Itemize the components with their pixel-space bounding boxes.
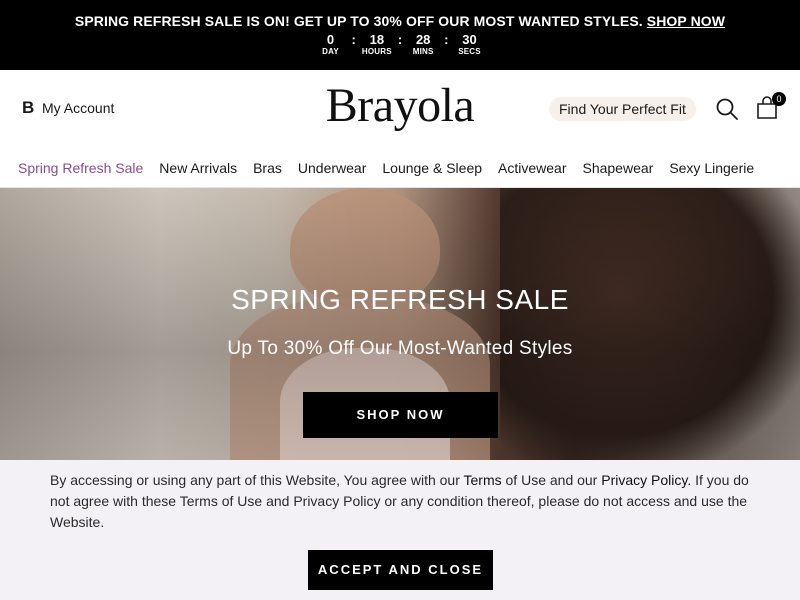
my-account-label: My Account — [42, 100, 115, 116]
hero-banner: SPRING REFRESH SALE Up To 30% Off Our Mo… — [0, 188, 800, 460]
countdown-mins: 28 MINS — [408, 33, 438, 57]
countdown-hours-value: 18 — [369, 32, 385, 47]
nav-item-sexy-lingerie[interactable]: Sexy Lingerie — [669, 160, 754, 176]
countdown-secs-label: SECS — [458, 47, 481, 56]
nav-item-activewear[interactable]: Activewear — [498, 160, 566, 176]
terms-consent-banner: By accessing or using any part of this W… — [0, 460, 800, 600]
site-header: B My Account Brayola Find Your Perfect F… — [0, 70, 800, 148]
countdown-timer: 0 DAY : 18 HOURS : 28 MINS : 30 SECS — [0, 33, 800, 57]
hero-shop-now-button[interactable]: SHOP NOW — [303, 392, 498, 438]
consent-text-part2: of Use and our — [501, 472, 602, 488]
promo-shop-now-link[interactable]: SHOP NOW — [647, 13, 725, 29]
accept-and-close-button[interactable]: ACCEPT AND CLOSE — [308, 550, 493, 590]
nav-item-spring-refresh-sale[interactable]: Spring Refresh Sale — [18, 160, 143, 176]
nav-item-lounge-sleep[interactable]: Lounge & Sleep — [382, 160, 482, 176]
nav-item-shapewear[interactable]: Shapewear — [582, 160, 653, 176]
hero-subtitle: Up To 30% Off Our Most-Wanted Styles — [227, 338, 573, 359]
brand-logo[interactable]: Brayola — [326, 79, 475, 132]
account-icon: B — [22, 98, 35, 117]
consent-text-part1: By accessing or using any part of this W… — [50, 472, 464, 488]
countdown-mins-value: 28 — [415, 32, 431, 47]
countdown-secs-value: 30 — [462, 32, 477, 47]
search-icon[interactable] — [715, 97, 739, 121]
hero-title: SPRING REFRESH SALE — [231, 284, 569, 315]
countdown-days-value: 0 — [326, 32, 335, 47]
my-account-link[interactable]: B My Account — [22, 98, 114, 118]
countdown-mins-label: MINS — [412, 47, 434, 56]
consent-message: By accessing or using any part of this W… — [50, 470, 760, 533]
find-your-fit-button[interactable]: Find Your Perfect Fit — [549, 97, 696, 121]
countdown-days-label: DAY — [322, 47, 339, 56]
cart-count-badge: 0 — [772, 92, 786, 106]
countdown-secs: 30 SECS — [455, 33, 485, 57]
announcement-bar: SPRING REFRESH SALE IS ON! GET UP TO 30%… — [0, 0, 800, 70]
nav-item-underwear[interactable]: Underwear — [298, 160, 366, 176]
promo-text: SPRING REFRESH SALE IS ON! GET UP TO 30%… — [74, 13, 643, 29]
nav-item-bras[interactable]: Bras — [253, 160, 282, 176]
countdown-hours: 18 HOURS — [362, 33, 392, 57]
promo-message: SPRING REFRESH SALE IS ON! GET UP TO 30%… — [0, 13, 800, 29]
countdown-separator: : — [351, 32, 356, 47]
nav-item-new-arrivals[interactable]: New Arrivals — [159, 160, 237, 176]
countdown-hours-label: HOURS — [361, 47, 392, 56]
privacy-policy-link[interactable]: Privacy Policy — [601, 472, 687, 488]
main-navigation: Spring Refresh Sale New Arrivals Bras Un… — [0, 148, 800, 188]
terms-link[interactable]: Terms — [464, 472, 502, 488]
countdown-days: 0 DAY — [315, 33, 345, 57]
countdown-separator: : — [444, 32, 449, 47]
countdown-separator: : — [397, 32, 403, 47]
